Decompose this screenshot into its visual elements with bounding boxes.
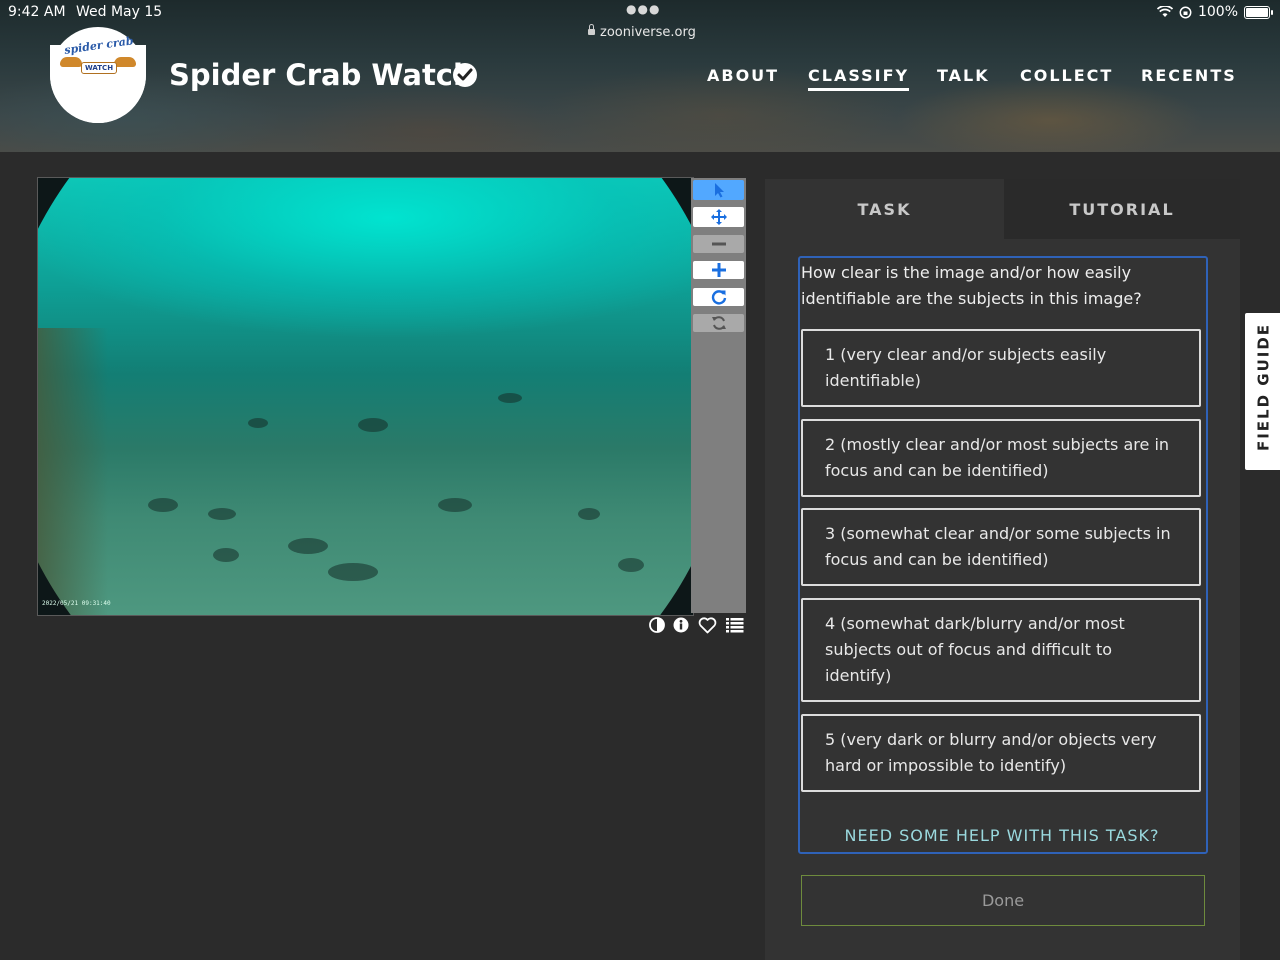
battery-fill [1246, 7, 1268, 17]
battery-icon [1244, 5, 1273, 19]
project-title[interactable]: Spider Crab Watch [169, 58, 474, 92]
verified-check-icon [453, 63, 477, 87]
multitask-dots-icon[interactable]: ●●● [626, 2, 660, 16]
pointer-tool-button[interactable] [693, 180, 744, 200]
seabed-patch [248, 418, 268, 428]
project-logo[interactable]: spider crab WATCH [50, 27, 146, 123]
battery-percent: 100% [1197, 4, 1238, 20]
answer-option-2[interactable]: 2 (mostly clear and/or most subjects are… [801, 419, 1201, 497]
tab-tutorial[interactable]: TUTORIAL [1004, 179, 1240, 239]
subject-image[interactable]: 2022/05/21 09:31:40 [37, 177, 694, 616]
tab-task[interactable]: TASK [765, 179, 1004, 239]
status-time: 9:42 AM [8, 4, 66, 20]
lock-icon [588, 24, 595, 35]
nav-about[interactable]: ABOUT [707, 66, 779, 85]
seabed-patch [328, 563, 378, 581]
orientation-lock-icon [1179, 6, 1192, 18]
pointer-icon [714, 183, 724, 198]
seabed-patch [618, 558, 644, 572]
invert-icon[interactable] [649, 617, 665, 633]
zoom-in-button[interactable] [693, 261, 744, 279]
seabed-patch [208, 508, 236, 520]
image-timestamp: 2022/05/21 09:31:40 [42, 600, 111, 607]
collections-icon[interactable] [726, 617, 744, 633]
nav-classify[interactable]: CLASSIFY [808, 66, 910, 91]
seabed-patch [288, 538, 328, 554]
crab-icon [114, 57, 136, 67]
answer-option-5[interactable]: 5 (very dark or blurry and/or objects ve… [801, 714, 1201, 792]
underwater-scene [38, 178, 693, 615]
address-url: zooniverse.org [600, 25, 696, 40]
project-header: 9:42 AM Wed May 15 ●●● zooniverse.org 10… [0, 0, 1280, 152]
field-guide-tab[interactable]: FIELD GUIDE [1245, 313, 1280, 470]
answer-option-3[interactable]: 3 (somewhat clear and/or some subjects i… [801, 508, 1201, 586]
nav-recents[interactable]: RECENTS [1141, 66, 1237, 85]
image-toolbar [691, 178, 746, 613]
move-icon [710, 209, 727, 225]
favorite-icon[interactable] [698, 617, 717, 634]
rotate-button[interactable] [693, 288, 744, 306]
seabed-patch [358, 418, 388, 432]
answer-label: 4 (somewhat dark/blurry and/or most subj… [825, 614, 1125, 685]
logo-circle: spider crab WATCH [50, 27, 146, 123]
logo-text: spider crab [63, 34, 135, 57]
rock-edge [38, 328, 108, 615]
status-indicators: 100% [1156, 4, 1273, 20]
seabed-patch [438, 498, 472, 512]
seabed-patch [578, 508, 600, 520]
seabed-patch [498, 393, 522, 403]
field-guide-label: FIELD GUIDE [1254, 322, 1273, 452]
logo-badge: WATCH [81, 62, 118, 74]
answer-label: 1 (very clear and/or subjects easily ide… [825, 345, 1107, 390]
zoom-out-icon [711, 242, 726, 246]
answer-label: 3 (somewhat clear and/or some subjects i… [825, 524, 1171, 569]
seabed-patch [213, 548, 239, 562]
move-tool-button[interactable] [693, 207, 744, 227]
info-icon[interactable] [673, 617, 689, 633]
reset-button[interactable] [693, 314, 744, 332]
task-help-link[interactable]: NEED SOME HELP WITH THIS TASK? [801, 826, 1203, 845]
zoom-out-button[interactable] [693, 235, 744, 253]
nav-collect[interactable]: COLLECT [1020, 66, 1113, 85]
answer-option-1[interactable]: 1 (very clear and/or subjects easily ide… [801, 329, 1201, 407]
task-question: How clear is the image and/or how easily… [801, 263, 1142, 308]
answer-label: 5 (very dark or blurry and/or objects ve… [825, 730, 1157, 775]
address-bar[interactable]: zooniverse.org [588, 24, 696, 40]
zoom-in-icon [711, 263, 726, 277]
crab-icon [60, 57, 82, 67]
seabed-patch [148, 498, 178, 512]
wifi-icon [1156, 6, 1173, 17]
status-bar: 9:42 AM Wed May 15 ●●● zooniverse.org 10… [0, 0, 1280, 40]
rotate-icon [711, 290, 726, 305]
reset-icon [711, 316, 726, 330]
answer-label: 2 (mostly clear and/or most subjects are… [825, 435, 1170, 480]
answer-option-4[interactable]: 4 (somewhat dark/blurry and/or most subj… [801, 598, 1201, 702]
nav-talk[interactable]: TALK [937, 66, 990, 85]
status-date: Wed May 15 [76, 4, 163, 20]
done-button[interactable]: Done [801, 875, 1205, 926]
